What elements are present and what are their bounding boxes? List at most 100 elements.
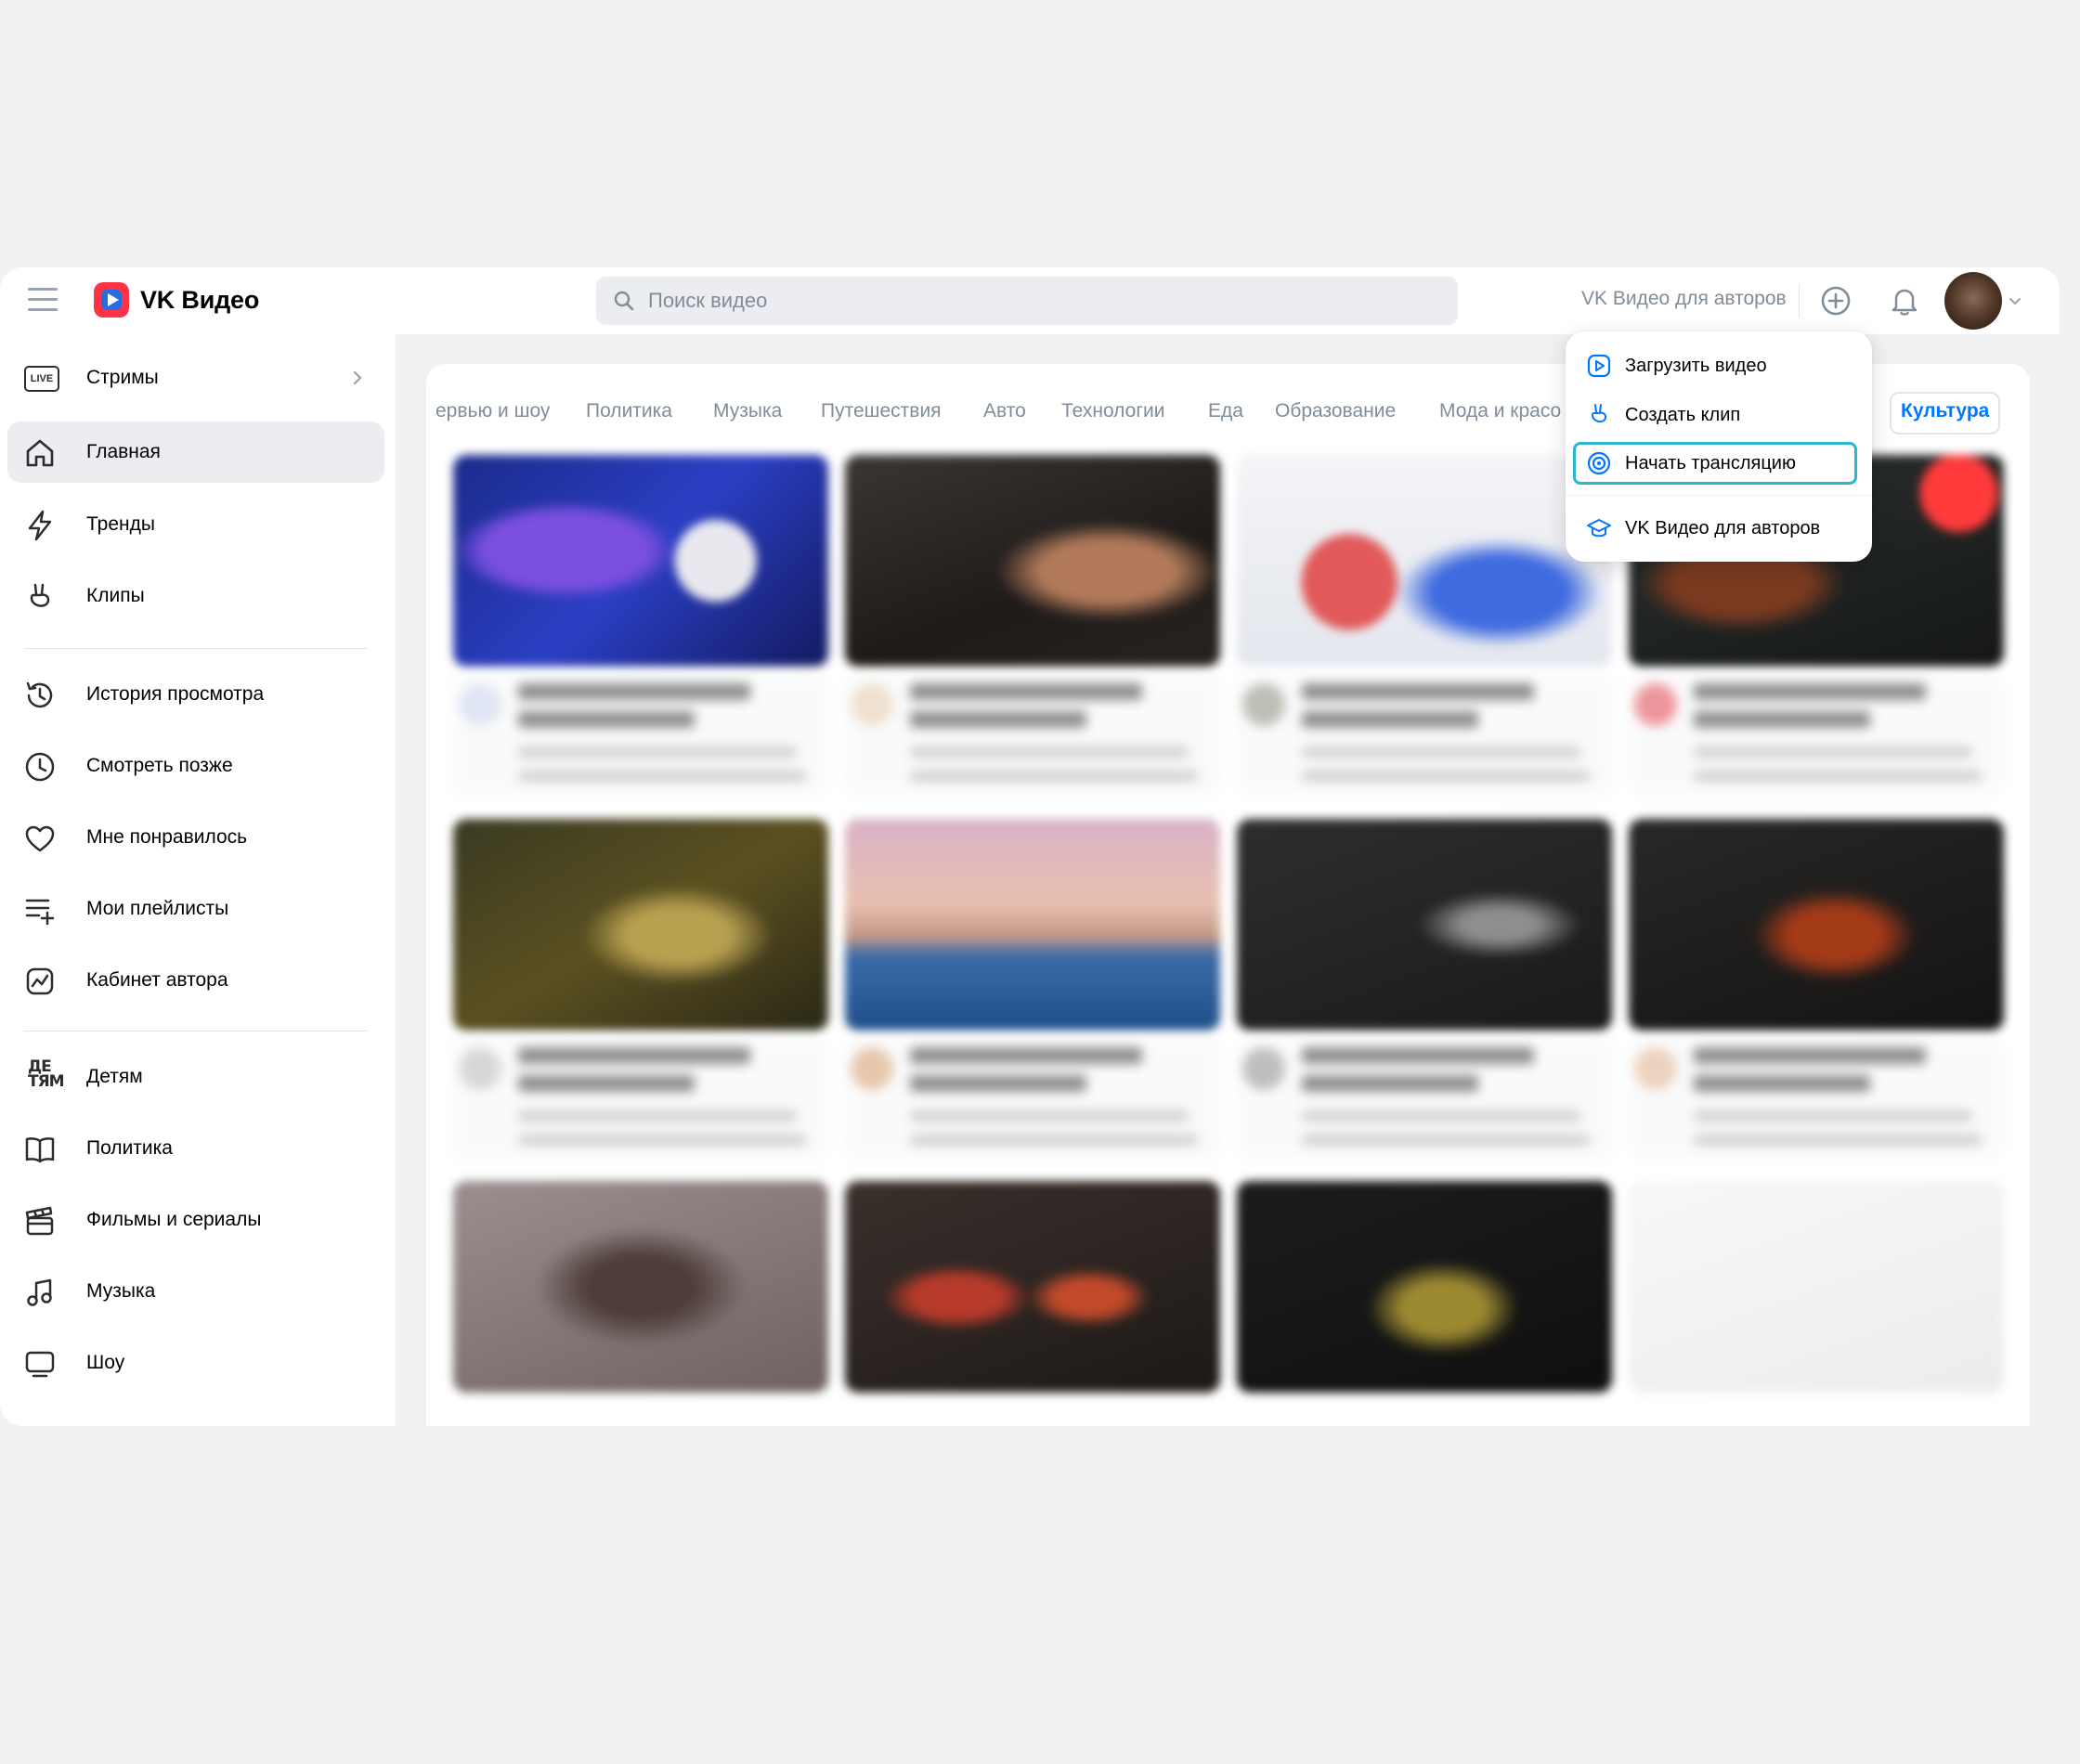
dropdown-divider	[1566, 495, 1872, 496]
sidebar-item-label: Политика	[86, 1137, 173, 1159]
tab-education[interactable]: Образование	[1275, 392, 1396, 431]
sidebar-item-watch-later[interactable]: Смотреть позже	[7, 735, 384, 797]
sidebar-item-label: История просмотра	[86, 683, 265, 705]
sidebar-item-label: Музыка	[86, 1280, 156, 1302]
book-icon	[25, 1137, 55, 1163]
sidebar-divider	[24, 648, 368, 649]
chevron-right-icon	[353, 370, 362, 385]
video-thumbnail[interactable]	[453, 455, 828, 667]
video-thumbnail[interactable]	[453, 819, 828, 1031]
video-meta	[1237, 1038, 1612, 1159]
sidebar-item-label: Стримы	[86, 367, 159, 388]
dropdown-item-label: Начать трансляцию	[1625, 452, 1796, 473]
search-bar[interactable]	[596, 277, 1458, 325]
vk-video-logo-icon	[94, 282, 129, 318]
video-meta	[1629, 1038, 2004, 1159]
create-clip-item[interactable]: Создать клип	[1573, 394, 1857, 436]
video-thumbnail[interactable]	[1237, 1181, 1612, 1393]
tab-food[interactable]: Еда	[1208, 392, 1243, 431]
sidebar-item-clips[interactable]: Клипы	[7, 565, 384, 627]
tab-tech[interactable]: Технологии	[1061, 392, 1164, 431]
add-circle-icon[interactable]	[1818, 283, 1853, 318]
sidebar-item-label: Детям	[86, 1066, 143, 1087]
sidebar-item-label: Главная	[86, 441, 161, 462]
avatar[interactable]	[1944, 272, 2002, 330]
sidebar-item-label: Смотреть позже	[86, 755, 233, 776]
video-card[interactable]	[845, 455, 1220, 795]
video-thumbnail[interactable]	[1237, 819, 1612, 1031]
sidebar-item-music[interactable]: Музыка	[7, 1261, 384, 1322]
bell-icon[interactable]	[1887, 283, 1922, 318]
chevron-down-icon	[2009, 298, 2021, 305]
video-card[interactable]	[845, 819, 1220, 1159]
header-divider	[1799, 284, 1800, 318]
sidebar-item-label: Шоу	[86, 1352, 125, 1373]
tab-culture[interactable]: Культура	[1890, 392, 2001, 435]
video-thumbnail[interactable]	[1237, 455, 1612, 667]
video-card[interactable]	[453, 1181, 828, 1393]
broadcast-icon	[1587, 451, 1611, 475]
start-broadcast-item[interactable]: Начать трансляцию	[1573, 442, 1857, 485]
video-meta	[1237, 674, 1612, 795]
sidebar-item-politics[interactable]: Политика	[7, 1118, 384, 1179]
sidebar-item-label: Клипы	[86, 585, 145, 606]
sidebar-item-history[interactable]: История просмотра	[7, 664, 384, 725]
analytics-icon	[26, 967, 54, 995]
video-meta	[453, 674, 828, 795]
sidebar-item-streams[interactable]: LIVE Стримы	[7, 347, 384, 409]
video-card[interactable]	[453, 819, 828, 1159]
sidebar-item-trends[interactable]: Тренды	[7, 494, 384, 555]
clip-hand-icon	[1592, 404, 1606, 422]
dropdown-item-label: VK Видео для авторов	[1625, 517, 1821, 538]
sidebar-item-show[interactable]: Шоу	[7, 1332, 384, 1394]
tab-politics[interactable]: Политика	[586, 392, 672, 431]
authors-link[interactable]: VK Видео для авторов	[1581, 288, 1787, 310]
video-thumbnail[interactable]	[845, 819, 1220, 1031]
dropdown-item-label: Загрузить видео	[1625, 355, 1767, 376]
vk-video-logo[interactable]: VK Видео	[94, 282, 259, 318]
tv-icon	[25, 1351, 55, 1378]
video-card[interactable]	[1237, 1181, 1612, 1393]
video-card[interactable]	[1629, 1181, 2004, 1393]
upload-video-item[interactable]: Загрузить видео	[1573, 344, 1857, 387]
sidebar-item-home[interactable]: Главная	[7, 422, 384, 483]
sidebar-item-kids[interactable]: ДЕ ТЯМ Детям	[7, 1046, 384, 1108]
app-window: VK Видео VK Видео для авторов	[0, 267, 2060, 1426]
tab-interviews[interactable]: ервью и шоу	[436, 392, 550, 431]
tab-travel[interactable]: Путешествия	[821, 392, 942, 431]
video-thumbnail[interactable]	[453, 1181, 828, 1393]
vk-video-for-authors-item[interactable]: VK Видео для авторов	[1573, 507, 1857, 550]
video-thumbnail[interactable]	[845, 1181, 1220, 1393]
video-meta	[845, 1038, 1220, 1159]
clip-hand-icon	[30, 583, 50, 607]
clapperboard-icon	[25, 1206, 54, 1236]
profile-menu[interactable]	[1944, 272, 2022, 330]
search-icon	[614, 291, 634, 311]
tab-music[interactable]: Музыка	[713, 392, 782, 431]
video-meta	[1629, 674, 2004, 795]
kids-icon: ДЕ ТЯМ	[28, 1057, 65, 1091]
video-card[interactable]	[1629, 819, 2004, 1159]
sidebar-item-movies[interactable]: Фильмы и сериалы	[7, 1189, 384, 1251]
video-thumbnail[interactable]	[1629, 819, 2004, 1031]
video-card[interactable]	[1237, 819, 1612, 1159]
menu-icon[interactable]	[28, 288, 58, 314]
video-card[interactable]	[453, 455, 828, 795]
tab-auto[interactable]: Авто	[983, 392, 1026, 431]
sidebar-item-author-cabinet[interactable]: Кабинет автора	[7, 950, 384, 1011]
search-input[interactable]	[646, 288, 1393, 314]
video-thumbnail[interactable]	[1629, 1181, 2004, 1393]
video-card[interactable]	[1237, 455, 1612, 795]
video-meta	[845, 674, 1220, 795]
sidebar-item-liked[interactable]: Мне понравилось	[7, 807, 384, 868]
lightning-icon	[28, 510, 52, 541]
video-meta	[453, 1038, 828, 1159]
tab-fashion[interactable]: Мода и красо	[1439, 392, 1561, 431]
video-card[interactable]	[845, 1181, 1220, 1393]
sidebar-item-playlists[interactable]: Мои плейлисты	[7, 878, 384, 940]
home-icon	[26, 439, 54, 467]
sidebar-item-label: Мои плейлисты	[86, 898, 229, 919]
video-thumbnail[interactable]	[845, 455, 1220, 667]
upload-video-icon	[1587, 354, 1611, 378]
sidebar-item-label: Фильмы и сериалы	[86, 1209, 262, 1230]
